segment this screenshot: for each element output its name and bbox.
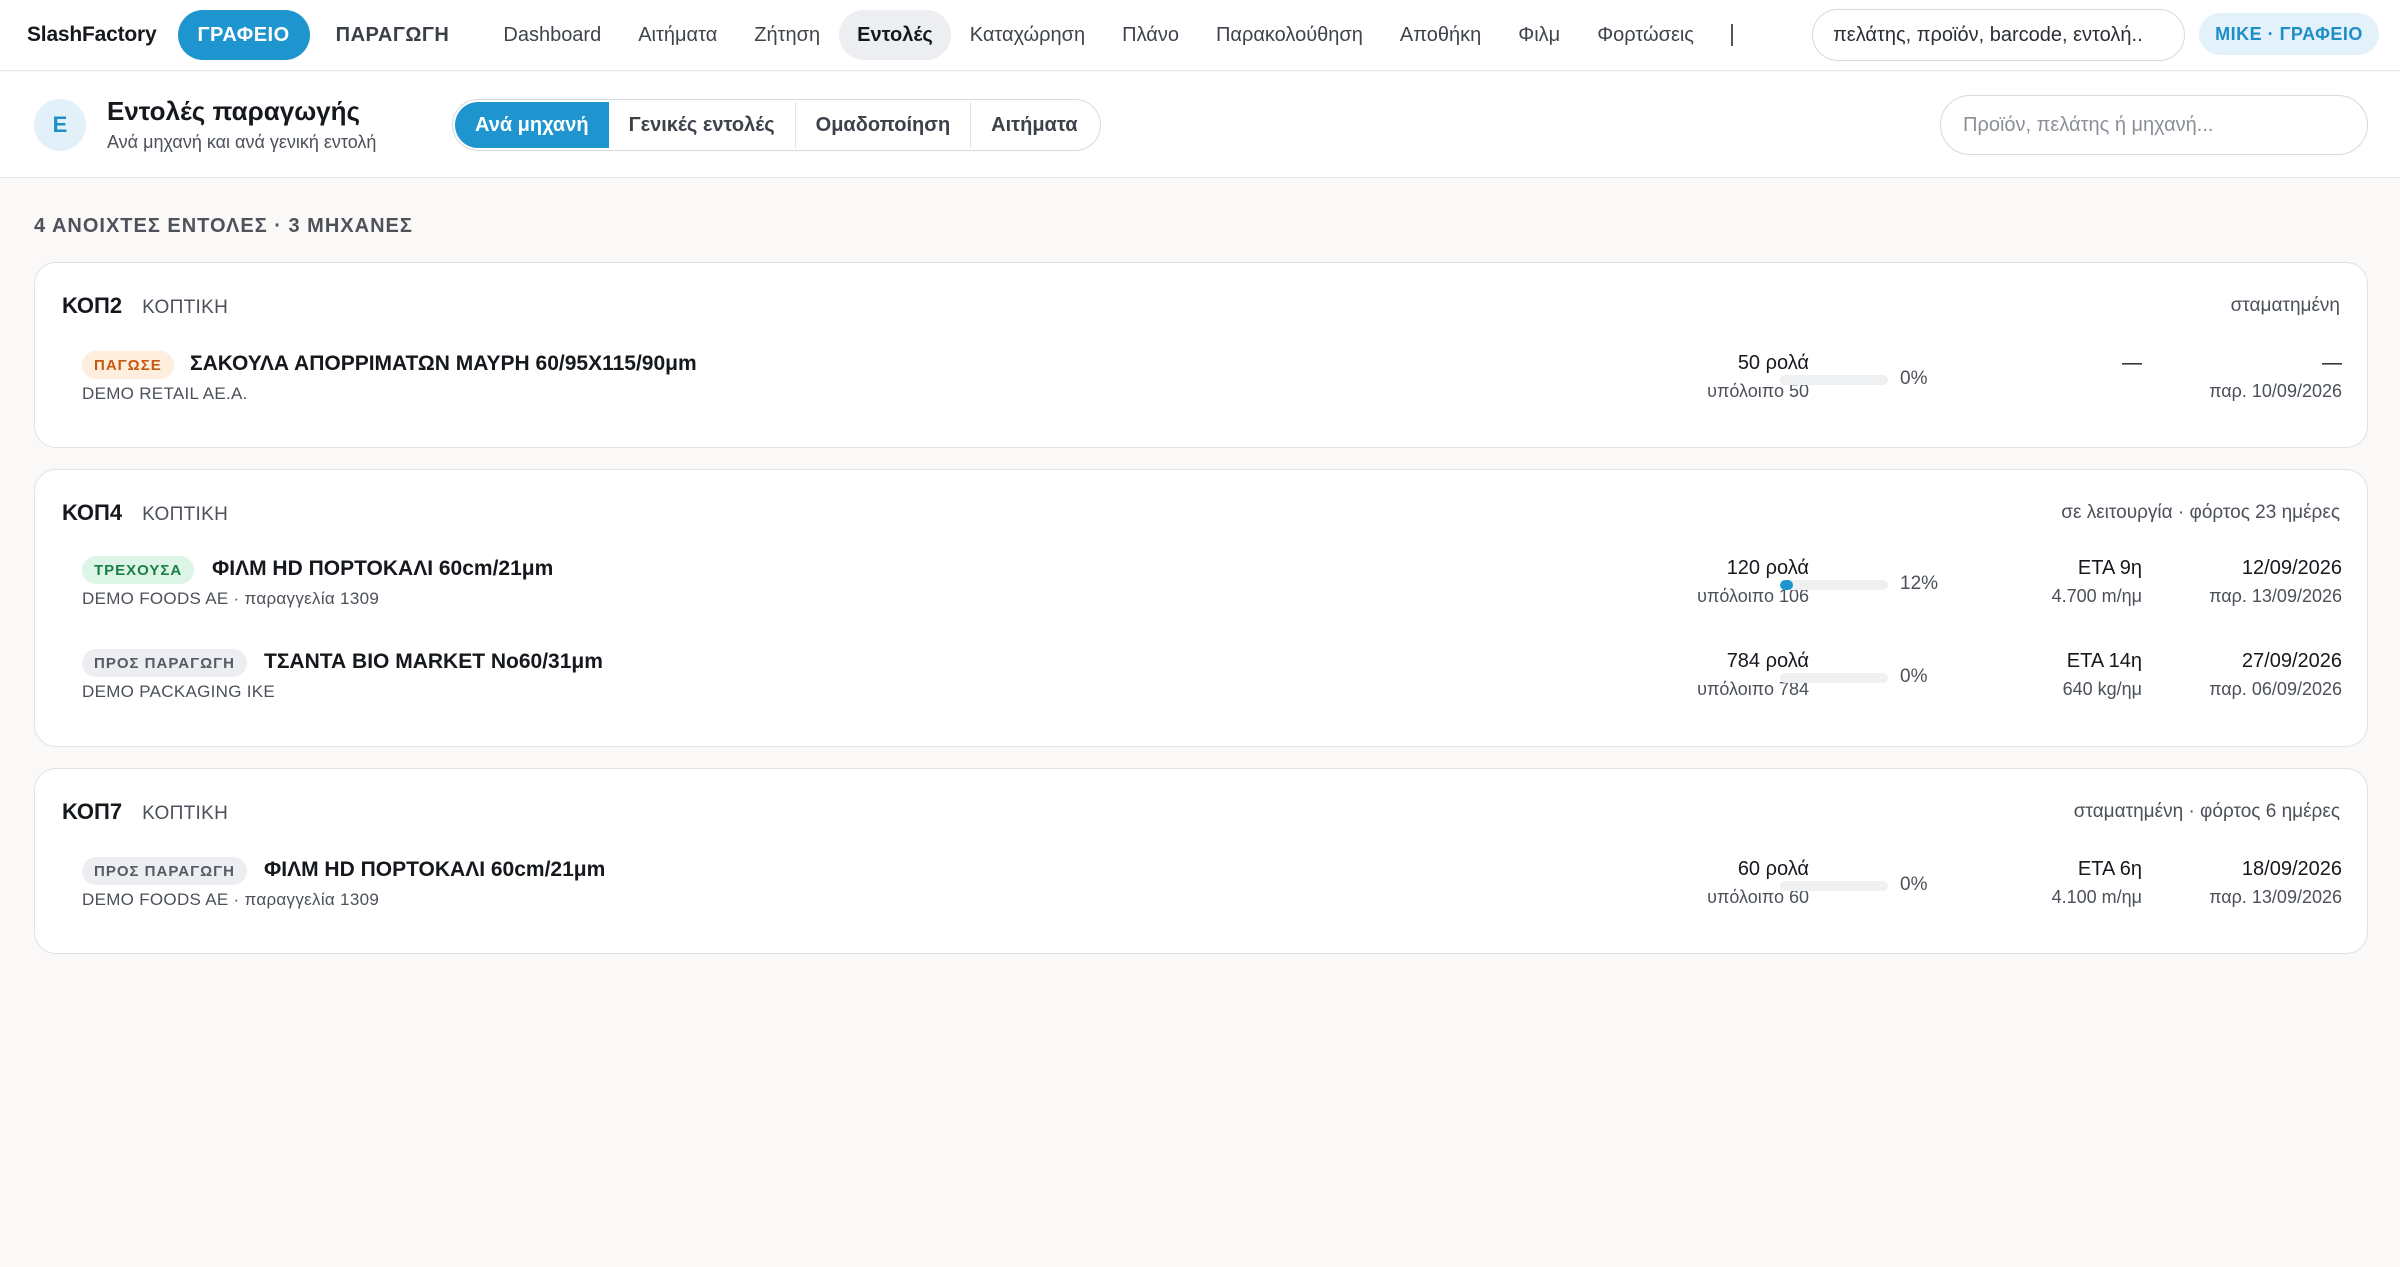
nav-item-monitoring[interactable]: Παρακολούθηση: [1198, 10, 1381, 60]
page-title: Εντολές παραγωγής: [107, 96, 361, 126]
order-client: DEMO PACKAGING IKE: [82, 682, 276, 701]
order-client: DEMO RETAIL AE.A.: [82, 384, 248, 403]
order-title[interactable]: ΤΣΑΝΤΑ BIO MARKET No60/31μm: [264, 650, 603, 674]
progress-percent: 0%: [1900, 368, 1928, 389]
order-row[interactable]: ΤΡΕΧΟΥΣΑ ΦΙΛΜ HD ΠΟΡΤΟΚΑΛΙ 60cm/21μm DEM…: [82, 556, 2342, 616]
nav-item-entry[interactable]: Καταχώρηση: [952, 10, 1103, 60]
order-client: DEMO FOODS AE · παραγγελία 1309: [82, 589, 380, 608]
status-badge: ΠΡΟΣ ΠΑΡΑΓΩΓΗ: [82, 857, 247, 885]
page-subtitle: Ανά μηχανή και ανά γενική εντολή: [107, 132, 377, 152]
progress-bar: [1780, 673, 1888, 683]
machine-type: ΚΟΠΤΙΚΗ: [142, 297, 229, 318]
machine-card: ΚΟΠ7 ΚΟΠΤΙΚΗ σταματημένη · φόρτος 6 ημέρ…: [34, 768, 2368, 954]
order-delivery-date: παρ. 06/09/2026: [2209, 679, 2342, 699]
machine-code[interactable]: ΚΟΠ4: [62, 500, 122, 526]
nav-item-requests[interactable]: Αιτήματα: [620, 10, 735, 60]
order-delivery-date: παρ. 13/09/2026: [2209, 887, 2342, 907]
view-tabs: Ανά μηχανή Γενικές εντολές Ομαδοποίηση Α…: [452, 99, 1101, 151]
order-end-date: 27/09/2026: [2241, 650, 2342, 672]
mode-production-button[interactable]: ΠΑΡΑΓΩΓΗ: [336, 24, 450, 47]
nav-item-plan[interactable]: Πλάνο: [1104, 10, 1197, 60]
mode-office-button[interactable]: ΓΡΑΦΕΙΟ: [177, 10, 310, 60]
nav-item-warehouse[interactable]: Αποθήκη: [1382, 10, 1499, 60]
nav-item-loadings[interactable]: Φορτώσεις: [1579, 10, 1712, 60]
page-avatar: Ε: [34, 99, 86, 151]
order-quantity: 60 ρολά: [1737, 858, 1809, 880]
order-rate: 4.100 m/ημ: [2051, 887, 2142, 907]
global-search-input[interactable]: [1812, 9, 2185, 61]
order-eta: ETA 9η: [2077, 557, 2142, 579]
machine-card: ΚΟΠ2 ΚΟΠΤΙΚΗ σταματημένη ΠΑΓΩΣΕ ΣΑΚΟΥΛΑ …: [34, 262, 2368, 448]
status-badge: ΤΡΕΧΟΥΣΑ: [82, 556, 195, 584]
progress-percent: 12%: [1900, 573, 1939, 594]
machine-status: σε λειτουργία · φόρτος 23 ημέρες: [2061, 502, 2340, 523]
nav-item-demand[interactable]: Ζήτηση: [736, 10, 838, 60]
nav-overflow-edge: [1730, 24, 1737, 46]
machine-status: σταματημένη · φόρτος 6 ημέρες: [2073, 801, 2340, 822]
nav-item-film[interactable]: Φιλμ: [1500, 10, 1578, 60]
nav-item-dashboard[interactable]: Dashboard: [485, 10, 619, 60]
order-delivery-date: παρ. 10/09/2026: [2209, 381, 2342, 401]
machine-header: ΚΟΠ7 ΚΟΠΤΙΚΗ: [62, 799, 228, 825]
machine-status: σταματημένη: [2230, 295, 2340, 316]
order-title[interactable]: ΣΑΚΟΥΛΑ ΑΠΟΡΡΙΜΑΤΩΝ ΜΑΥΡΗ 60/95Χ115/90μm: [190, 352, 697, 376]
order-rate: 640 kg/ημ: [2062, 679, 2142, 699]
order-end-date: 12/09/2026: [2241, 557, 2342, 579]
machine-card: ΚΟΠ4 ΚΟΠΤΙΚΗ σε λειτουργία · φόρτος 23 η…: [34, 469, 2368, 747]
machine-header: ΚΟΠ2 ΚΟΠΤΙΚΗ: [62, 293, 228, 319]
machine-code[interactable]: ΚΟΠ7: [62, 799, 122, 825]
main-nav: Dashboard Αιτήματα Ζήτηση Εντολές Καταχώ…: [485, 10, 1737, 60]
progress-bar: [1780, 375, 1888, 385]
page-header: Ε Εντολές παραγωγής Ανά μηχανή και ανά γ…: [0, 72, 2400, 178]
machine-type: ΚΟΠΤΙΚΗ: [142, 504, 229, 525]
progress-bar: [1780, 881, 1888, 891]
order-quantity: 120 ρολά: [1726, 557, 1809, 579]
order-title[interactable]: ΦΙΛΜ HD ΠΟΡΤΟΚΑΛΙ 60cm/21μm: [212, 557, 553, 581]
status-badge: ΠΡΟΣ ΠΑΡΑΓΩΓΗ: [82, 649, 247, 677]
order-row[interactable]: ΠΑΓΩΣΕ ΣΑΚΟΥΛΑ ΑΠΟΡΡΙΜΑΤΩΝ ΜΑΥΡΗ 60/95Χ1…: [82, 351, 2342, 411]
brand-logo-text[interactable]: SlashFactory: [27, 23, 157, 47]
machine-code[interactable]: ΚΟΠ2: [62, 293, 122, 319]
order-row[interactable]: ΠΡΟΣ ΠΑΡΑΓΩΓΗ ΦΙΛΜ HD ΠΟΡΤΟΚΑΛΙ 60cm/21μ…: [82, 857, 2342, 917]
order-end-date: —: [2322, 352, 2342, 374]
progress-bar: [1780, 580, 1888, 590]
user-badge[interactable]: ΜΙΚΕ · ΓΡΑΦΕΙΟ: [2199, 13, 2379, 55]
order-rate: 4.700 m/ημ: [2051, 586, 2142, 606]
order-delivery-date: παρ. 13/09/2026: [2209, 586, 2342, 606]
order-eta: —: [2122, 352, 2142, 374]
machine-type: ΚΟΠΤΙΚΗ: [142, 803, 229, 824]
order-eta: ETA 14η: [2066, 650, 2142, 672]
machine-header: ΚΟΠ4 ΚΟΠΤΙΚΗ: [62, 500, 228, 526]
order-client: DEMO FOODS AE · παραγγελία 1309: [82, 890, 380, 909]
tab-general-orders[interactable]: Γενικές εντολές: [609, 102, 796, 148]
order-quantity: 50 ρολά: [1737, 352, 1809, 374]
progress-percent: 0%: [1900, 874, 1928, 895]
orders-search-input[interactable]: [1940, 95, 2368, 155]
order-quantity: 784 ρολά: [1726, 650, 1809, 672]
order-row[interactable]: ΠΡΟΣ ΠΑΡΑΓΩΓΗ ΤΣΑΝΤΑ BIO MARKET No60/31μ…: [82, 649, 2342, 709]
order-end-date: 18/09/2026: [2241, 858, 2342, 880]
order-title[interactable]: ΦΙΛΜ HD ΠΟΡΤΟΚΑΛΙ 60cm/21μm: [264, 858, 605, 882]
status-badge: ΠΑΓΩΣΕ: [82, 351, 174, 379]
top-navigation-bar: SlashFactory ΓΡΑΦΕΙΟ ΠΑΡΑΓΩΓΗ Dashboard …: [0, 0, 2400, 71]
nav-item-orders[interactable]: Εντολές: [839, 10, 951, 60]
progress-fill: [1780, 580, 1793, 590]
orders-summary: 4 ΑΝΟΙΧΤΕΣ ΕΝΤΟΛΕΣ · 3 ΜΗΧΑΝΕΣ: [34, 215, 413, 237]
progress-percent: 0%: [1900, 666, 1928, 687]
tab-by-machine[interactable]: Ανά μηχανή: [455, 102, 609, 148]
tab-grouping[interactable]: Ομαδοποίηση: [796, 102, 972, 148]
order-eta: ETA 6η: [2077, 858, 2142, 880]
tab-requests[interactable]: Αιτήματα: [971, 102, 1097, 148]
